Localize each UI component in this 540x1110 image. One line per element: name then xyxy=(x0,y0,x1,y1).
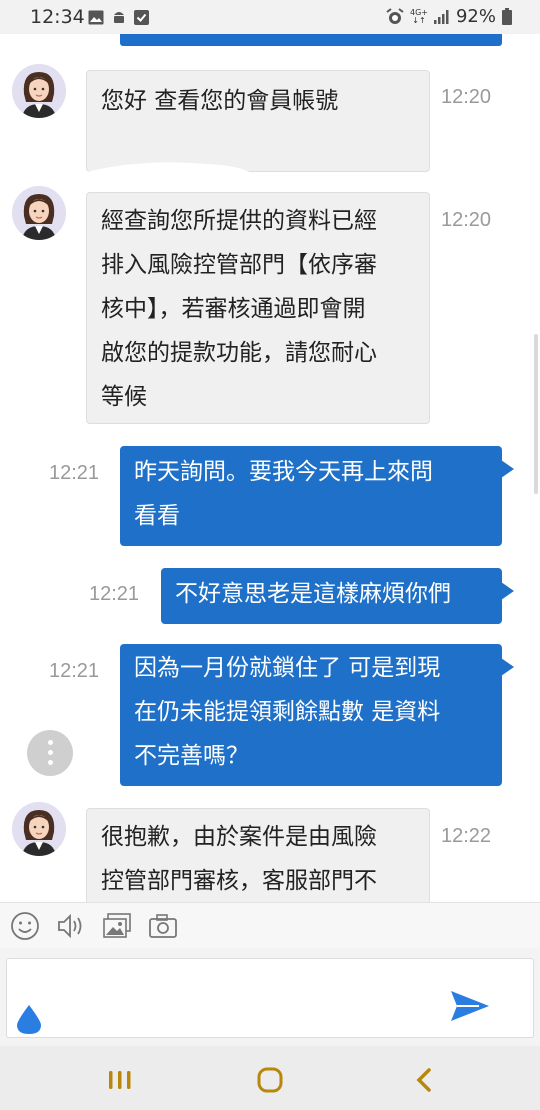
battery-percent: 92% xyxy=(455,6,496,27)
message-input-box[interactable] xyxy=(6,958,534,1038)
message-line: 看看 xyxy=(134,503,180,529)
scrollbar[interactable] xyxy=(534,334,538,494)
back-button[interactable] xyxy=(410,1066,438,1094)
camera-button[interactable] xyxy=(146,909,180,943)
message-time: 12:22 xyxy=(441,825,492,847)
message-line: 在仍未能提領剩餘點數 是資料 xyxy=(134,699,441,725)
voice-icon xyxy=(58,913,82,938)
signal-icon xyxy=(433,9,449,24)
outgoing-message-bubble[interactable]: 不好意思老是這樣麻煩你們 xyxy=(161,568,514,624)
previous-message-bubble xyxy=(120,34,502,46)
more-options-button[interactable] xyxy=(27,730,73,776)
agent-avatar[interactable] xyxy=(12,802,66,856)
message-line: 昨天詢問。要我今天再上來問 xyxy=(134,459,433,485)
emoji-button[interactable] xyxy=(8,909,42,943)
water-drop-icon[interactable] xyxy=(15,1003,43,1035)
emoji-icon xyxy=(11,911,39,940)
agent-avatar-icon xyxy=(12,64,66,118)
message-input[interactable] xyxy=(51,983,431,1008)
message-input-area xyxy=(0,948,540,1046)
dot xyxy=(48,740,53,745)
message-line: 不完善嗎？ xyxy=(134,743,249,769)
network-indicator: 4G+ ↓↑ xyxy=(409,7,428,25)
notification-icons xyxy=(88,8,149,26)
message-time: 12:21 xyxy=(89,583,140,605)
message-time: 12:21 xyxy=(49,462,100,484)
recent-apps-icon xyxy=(109,1071,131,1089)
home-button[interactable] xyxy=(256,1066,284,1094)
message-line: 經查詢您所提供的資料已經 xyxy=(101,208,377,234)
agent-avatar-icon xyxy=(12,802,66,856)
message-line: 控管部門審核，客服部門不 xyxy=(101,868,377,894)
chat-area[interactable]: 您好 查看您的會員帳號 12:20 經查詢您所提供的資料已經 排入風險控管部門【… xyxy=(0,34,540,902)
agent-avatar[interactable] xyxy=(12,64,66,118)
home-icon xyxy=(257,1067,283,1093)
gallery-notification-icon xyxy=(88,10,104,24)
camera-icon xyxy=(149,913,177,938)
message-line: 因為一月份就鎖住了 可是到現 xyxy=(134,655,441,681)
message-text: 不好意思老是這樣麻煩你們 xyxy=(175,581,451,607)
back-icon xyxy=(416,1068,431,1092)
send-icon[interactable] xyxy=(449,989,491,1023)
check-notification-icon xyxy=(134,9,149,25)
outgoing-message-bubble[interactable]: 因為一月份就鎖住了 可是到現 在仍未能提領剩餘點數 是資料 不完善嗎？ xyxy=(120,644,514,786)
message-time: 12:20 xyxy=(441,209,492,231)
message-line: 等候 xyxy=(101,384,147,410)
message-time: 12:21 xyxy=(49,660,100,682)
agent-avatar-icon xyxy=(12,186,66,240)
image-icon xyxy=(103,912,131,938)
recent-apps-button[interactable] xyxy=(106,1066,134,1094)
message-line: 很抱歉，由於案件是由風險 xyxy=(101,824,377,850)
incoming-message-bubble[interactable]: 經查詢您所提供的資料已經 排入風險控管部門【依序審 核中】，若審核通過即會開 啟… xyxy=(86,192,430,424)
message-time: 12:20 xyxy=(441,86,492,108)
message-line: 啟您的提款功能，請您耐心 xyxy=(101,340,377,366)
message-line: 排入風險控管部門【依序審 xyxy=(101,252,377,278)
android-notification-icon xyxy=(114,12,124,23)
voice-button[interactable] xyxy=(54,909,88,943)
navigation-bar xyxy=(0,1046,540,1110)
message-line: 核中】，若審核通過即會開 xyxy=(101,296,366,322)
outgoing-message-bubble[interactable]: 昨天詢問。要我今天再上來問 看看 xyxy=(120,446,514,546)
image-button[interactable] xyxy=(100,909,134,943)
battery-icon xyxy=(502,8,512,25)
incoming-message-bubble[interactable]: 很抱歉，由於案件是由風險 控管部門審核，客服部門不 xyxy=(86,808,430,902)
agent-avatar[interactable] xyxy=(12,186,66,240)
chat-toolbar xyxy=(0,902,540,948)
system-icons: 4G+ ↓↑ 92% xyxy=(386,6,512,27)
message-text: 您好 查看您的會員帳號 xyxy=(101,88,339,114)
redacted-smear xyxy=(86,162,264,198)
dot xyxy=(48,750,53,755)
status-time: 12:34 xyxy=(30,6,85,28)
dot xyxy=(48,760,53,765)
alarm-icon xyxy=(386,7,404,24)
status-bar: 12:34 4G+ ↓↑ 92% xyxy=(0,0,540,34)
